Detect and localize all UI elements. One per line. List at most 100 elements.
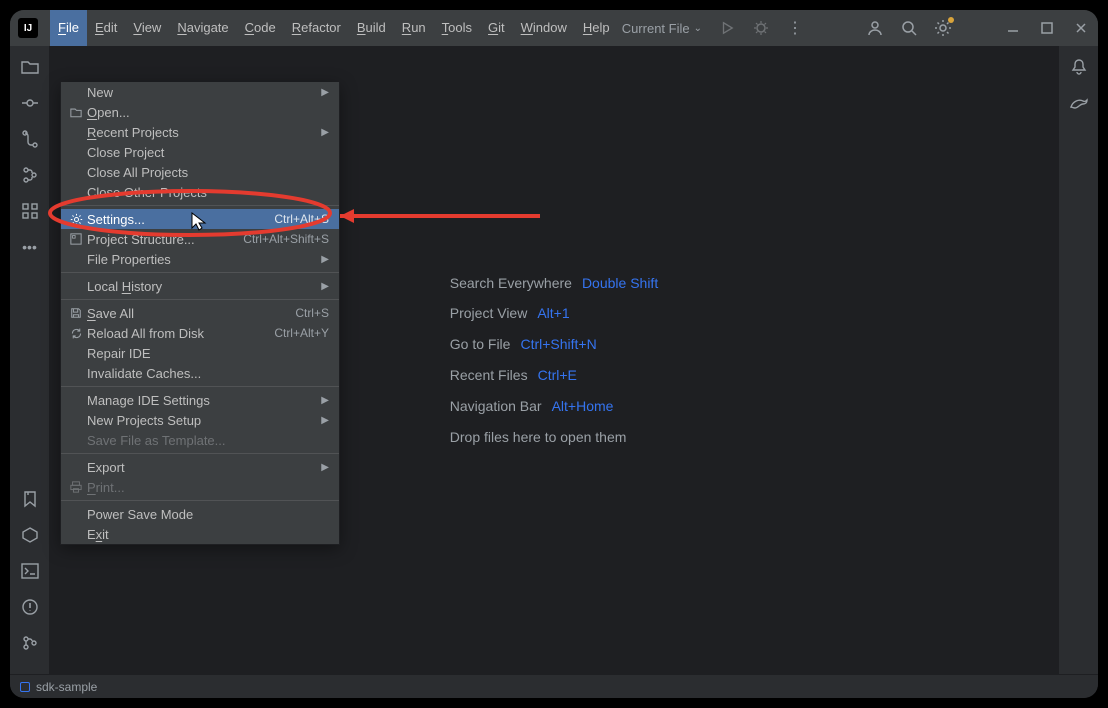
file-menu-save-all[interactable]: Save AllCtrl+S (61, 303, 339, 323)
menu-separator (61, 205, 339, 206)
file-menu-export[interactable]: Export▶ (61, 457, 339, 477)
menu-run[interactable]: Run (394, 10, 434, 46)
chevron-right-icon: ▶ (321, 281, 329, 292)
menu-item-label: Power Save Mode (87, 507, 329, 522)
search-icon[interactable] (900, 19, 918, 37)
welcome-shortcut: Alt+Home (552, 391, 614, 422)
file-menu-exit[interactable]: Exit (61, 524, 339, 544)
status-indicator-icon[interactable] (20, 682, 30, 692)
problems-tool-icon[interactable] (19, 596, 41, 618)
menu-item-label: New Projects Setup (87, 413, 321, 428)
shortcut-label: Ctrl+Alt+S (274, 212, 329, 226)
menu-view[interactable]: View (125, 10, 169, 46)
run-config-selector[interactable]: Current File ⌄ (622, 21, 702, 36)
run-icon[interactable] (718, 19, 736, 37)
right-tool-strip (1058, 46, 1098, 674)
account-icon[interactable] (866, 19, 884, 37)
welcome-label: Project View (450, 298, 528, 329)
welcome-row: Search Everywhere Double Shift (450, 268, 658, 299)
menu-item-label: Repair IDE (87, 346, 329, 361)
menu-item-label: Settings... (87, 212, 274, 227)
menu-item-label: Invalidate Caches... (87, 366, 329, 381)
bookmarks-tool-icon[interactable] (19, 488, 41, 510)
file-menu-reload-all-from-disk[interactable]: Reload All from DiskCtrl+Alt+Y (61, 323, 339, 343)
menu-item-label: Recent Projects (87, 125, 321, 140)
chevron-right-icon: ▶ (321, 462, 329, 473)
menubar: IJ FileEditViewNavigateCodeRefactorBuild… (10, 10, 1098, 46)
file-menu-repair-ide[interactable]: Repair IDE (61, 343, 339, 363)
file-menu-file-properties[interactable]: File Properties▶ (61, 249, 339, 269)
menu-item-label: Close Other Projects (87, 185, 329, 200)
file-menu-settings[interactable]: Settings...Ctrl+Alt+S (61, 209, 339, 229)
gradle-tool-icon[interactable] (1068, 92, 1090, 114)
file-menu-close-project[interactable]: Close Project (61, 142, 339, 162)
terminal-tool-icon[interactable] (19, 560, 41, 582)
menu-edit[interactable]: Edit (87, 10, 125, 46)
menu-build[interactable]: Build (349, 10, 394, 46)
menu-item-label: Local History (87, 279, 321, 294)
project-tool-icon[interactable] (19, 56, 41, 78)
build-tool-icon[interactable] (19, 524, 41, 546)
shortcut-label: Ctrl+S (295, 306, 329, 320)
menu-window[interactable]: Window (513, 10, 575, 46)
app-icon: IJ (18, 18, 38, 38)
more-tools-icon[interactable]: ••• (19, 236, 41, 258)
structure-icon (69, 232, 83, 246)
status-bar: sdk-sample (10, 674, 1098, 698)
chevron-right-icon: ▶ (321, 254, 329, 265)
menu-item-label: Export (87, 460, 321, 475)
menu-item-label: Exit (87, 527, 329, 542)
welcome-shortcut: Alt+1 (537, 298, 569, 329)
menu-git[interactable]: Git (480, 10, 513, 46)
menu-help[interactable]: Help (575, 10, 618, 46)
structure-tool-icon[interactable] (19, 164, 41, 186)
menu-navigate[interactable]: Navigate (169, 10, 236, 46)
welcome-shortcut: Double Shift (582, 268, 658, 299)
file-menu-close-other-projects[interactable]: Close Other Projects (61, 182, 339, 202)
welcome-label: Drop files here to open them (450, 422, 627, 453)
file-menu-new-projects-setup[interactable]: New Projects Setup▶ (61, 410, 339, 430)
menu-code[interactable]: Code (237, 10, 284, 46)
welcome-row: Navigation Bar Alt+Home (450, 391, 658, 422)
file-menu-new[interactable]: New▶ (61, 82, 339, 102)
chevron-right-icon: ▶ (321, 127, 329, 138)
services-tool-icon[interactable] (19, 200, 41, 222)
welcome-row: Drop files here to open them (450, 422, 658, 453)
menu-separator (61, 386, 339, 387)
file-menu-recent-projects[interactable]: Recent Projects▶ (61, 122, 339, 142)
welcome-label: Navigation Bar (450, 391, 542, 422)
file-menu-local-history[interactable]: Local History▶ (61, 276, 339, 296)
file-menu-power-save-mode[interactable]: Power Save Mode (61, 504, 339, 524)
settings-icon[interactable] (934, 19, 952, 37)
shortcut-label: Ctrl+Alt+Y (274, 326, 329, 340)
gear-icon (69, 212, 83, 226)
menu-separator (61, 453, 339, 454)
file-menu-invalidate-caches[interactable]: Invalidate Caches... (61, 363, 339, 383)
file-menu-manage-ide-settings[interactable]: Manage IDE Settings▶ (61, 390, 339, 410)
menu-file[interactable]: File (50, 10, 87, 46)
vcs-tool-icon[interactable] (19, 128, 41, 150)
file-menu-project-structure[interactable]: Project Structure...Ctrl+Alt+Shift+S (61, 229, 339, 249)
file-menu-print: Print... (61, 477, 339, 497)
welcome-shortcut: Ctrl+E (538, 360, 577, 391)
file-menu-open[interactable]: Open... (61, 102, 339, 122)
more-icon[interactable]: ⋮ (786, 19, 804, 37)
maximize-button[interactable] (1038, 19, 1056, 37)
close-button[interactable] (1072, 19, 1090, 37)
git-tool-icon[interactable] (19, 632, 41, 654)
debug-icon[interactable] (752, 19, 770, 37)
shortcut-label: Ctrl+Alt+Shift+S (243, 232, 329, 246)
menu-tools[interactable]: Tools (434, 10, 480, 46)
commit-tool-icon[interactable] (19, 92, 41, 114)
welcome-row: Recent FilesCtrl+E (450, 360, 658, 391)
minimize-button[interactable] (1004, 19, 1022, 37)
menu-separator (61, 299, 339, 300)
chevron-down-icon: ⌄ (694, 23, 702, 34)
file-menu-close-all-projects[interactable]: Close All Projects (61, 162, 339, 182)
welcome-row: Go to FileCtrl+Shift+N (450, 329, 658, 360)
notifications-icon[interactable] (1068, 56, 1090, 78)
project-name-label[interactable]: sdk-sample (36, 680, 97, 694)
welcome-label: Search Everywhere (450, 268, 572, 299)
menu-refactor[interactable]: Refactor (284, 10, 349, 46)
menu-item-label: Open... (87, 105, 329, 120)
